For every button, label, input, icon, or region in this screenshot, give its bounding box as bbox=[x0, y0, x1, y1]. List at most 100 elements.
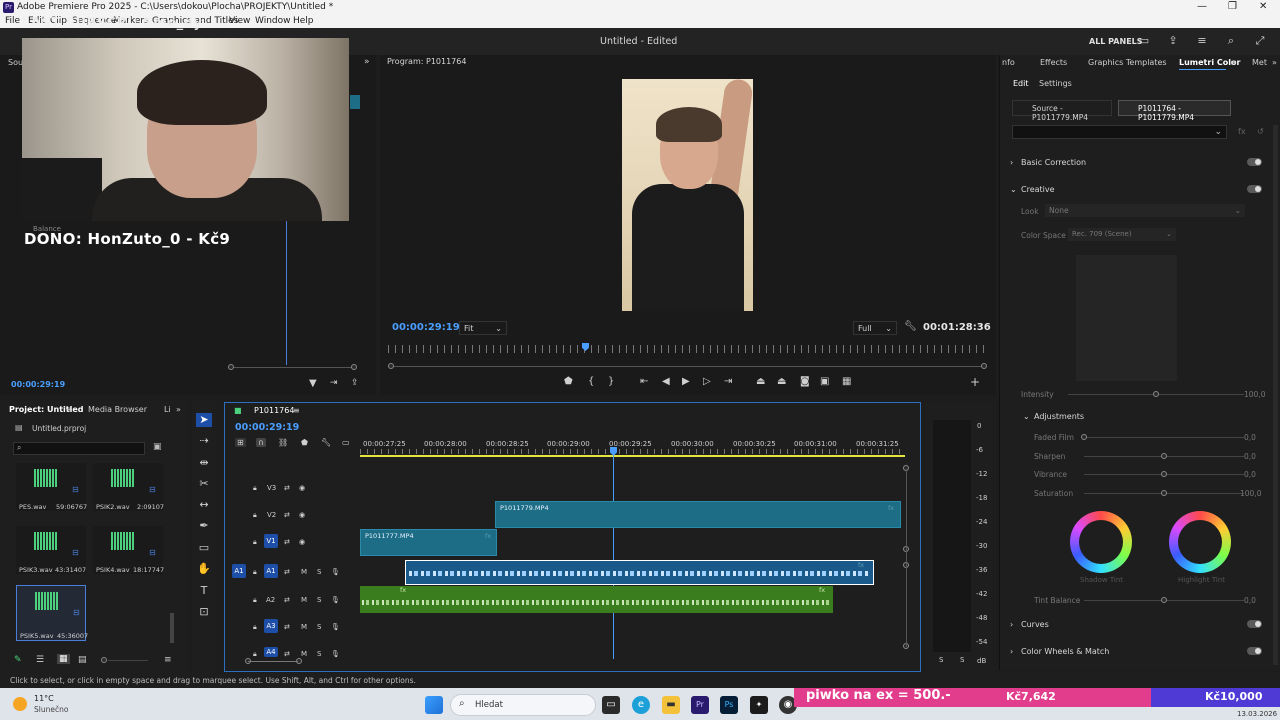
mic-icon[interactable]: 🎙︎ bbox=[331, 623, 340, 631]
panel-icon[interactable]: ▭ bbox=[1137, 35, 1151, 47]
caption-tool-icon[interactable]: ⊡ bbox=[196, 605, 212, 619]
comparison-view-icon[interactable]: ▣ bbox=[820, 376, 829, 387]
sharpen-knob[interactable] bbox=[1161, 453, 1167, 459]
highlight-tint-wheel[interactable] bbox=[1169, 511, 1231, 573]
sync-lock-icon[interactable]: ⇄ bbox=[284, 511, 290, 519]
windows-start-icon[interactable] bbox=[425, 696, 443, 714]
wrench-icon[interactable]: 🔧︎ bbox=[904, 321, 917, 332]
slip-tool-icon[interactable]: ↔ bbox=[196, 498, 212, 512]
solo-button[interactable]: S bbox=[317, 596, 321, 604]
minimize-button[interactable]: — bbox=[1197, 1, 1207, 12]
file-explorer-icon[interactable]: ▬ bbox=[662, 696, 680, 714]
add-button-icon[interactable]: + bbox=[970, 375, 980, 389]
menu-icon[interactable]: ≡ bbox=[1195, 35, 1209, 47]
eye-icon[interactable]: ◉ bbox=[299, 511, 305, 519]
source-a1-patch[interactable]: A1 bbox=[232, 564, 246, 578]
sort-icon[interactable]: ≡ bbox=[164, 655, 172, 665]
mute-button[interactable]: M bbox=[301, 623, 307, 631]
program-zoom-knob-right[interactable] bbox=[981, 363, 987, 369]
creative-toggle[interactable] bbox=[1247, 185, 1262, 193]
step-back-icon[interactable]: ◀ bbox=[662, 376, 670, 387]
wrench-icon[interactable]: 🔧︎ bbox=[321, 438, 331, 447]
solo-button[interactable]: S bbox=[317, 623, 321, 631]
ripple-edit-tool-icon[interactable]: ⇹ bbox=[196, 456, 212, 470]
faded-film-value[interactable]: 0,0 bbox=[1244, 433, 1256, 442]
sync-lock-icon[interactable]: ⇄ bbox=[284, 484, 290, 492]
saturation-value[interactable]: 100,0 bbox=[1240, 489, 1261, 498]
mic-icon[interactable]: 🎙︎ bbox=[331, 596, 340, 604]
section-creative[interactable]: Creative bbox=[1021, 185, 1055, 194]
solo-button[interactable]: S bbox=[317, 568, 321, 576]
adjustments-label[interactable]: Adjustments bbox=[1034, 412, 1084, 421]
clip-v2[interactable]: P1011779.MP4 fx bbox=[495, 501, 901, 528]
mute-button[interactable]: M bbox=[301, 568, 307, 576]
go-to-out-icon[interactable]: ⇥ bbox=[724, 376, 732, 387]
snap-icon[interactable]: ∩ bbox=[256, 438, 266, 447]
vibrance-knob[interactable] bbox=[1161, 471, 1167, 477]
source-zoom-knob-left[interactable] bbox=[228, 364, 234, 370]
clip-thumb-psik5[interactable]: ⊟ PSIK5.wav 45:36007 bbox=[16, 585, 88, 641]
section-basic-correction[interactable]: Basic Correction bbox=[1021, 158, 1086, 167]
all-panels-button[interactable]: ALL PANELS bbox=[1089, 37, 1143, 46]
project-scrollbar[interactable] bbox=[170, 613, 174, 643]
source-zoom-bar[interactable] bbox=[231, 367, 355, 368]
fx-icon[interactable]: fx bbox=[1238, 127, 1246, 136]
effect-dropdown[interactable]: ⌄ bbox=[1012, 125, 1227, 139]
project-menu-icon[interactable]: ≡ bbox=[66, 405, 73, 414]
lock-icon[interactable]: 🔒︎ bbox=[253, 596, 257, 605]
tab-effects[interactable]: Effects bbox=[1040, 58, 1067, 67]
sharpen-value[interactable]: 0,0 bbox=[1244, 452, 1256, 461]
razor-tool-icon[interactable]: ✂ bbox=[196, 477, 212, 491]
program-ruler[interactable] bbox=[388, 345, 988, 353]
mark-out-icon[interactable]: } bbox=[608, 376, 614, 387]
linked-selection-icon[interactable]: ⛓ bbox=[278, 438, 288, 447]
fullscreen-icon[interactable]: ⤢ bbox=[1253, 35, 1267, 47]
tab-sequence[interactable]: P1011764 bbox=[254, 406, 294, 415]
look-dropdown[interactable]: None ⌄ bbox=[1045, 204, 1245, 217]
source-tab[interactable]: Sou bbox=[8, 58, 23, 67]
curves-toggle[interactable] bbox=[1247, 620, 1262, 628]
list-view-icon[interactable]: ☰ bbox=[36, 655, 44, 665]
go-to-in-icon[interactable]: ⇤ bbox=[640, 376, 648, 387]
lock-icon[interactable]: 🔒︎ bbox=[253, 484, 257, 493]
selection-tool-icon[interactable]: ➤ bbox=[196, 413, 212, 427]
mic-icon[interactable]: 🎙︎ bbox=[331, 568, 340, 576]
sync-lock-icon[interactable]: ⇄ bbox=[284, 568, 290, 576]
solo-button[interactable]: S bbox=[317, 650, 321, 658]
mute-button[interactable]: M bbox=[301, 596, 307, 604]
intensity-value[interactable]: 100,0 bbox=[1244, 390, 1265, 399]
program-zoom-bar[interactable] bbox=[391, 366, 985, 367]
insert-icon[interactable]: ⇥ bbox=[330, 378, 338, 388]
shadow-tint-wheel[interactable] bbox=[1070, 511, 1132, 573]
lock-icon[interactable]: 🔒︎ bbox=[253, 568, 257, 577]
subtab-edit[interactable]: Edit bbox=[1013, 79, 1029, 88]
faded-film-slider[interactable] bbox=[1084, 437, 1244, 438]
sequence-menu-icon[interactable]: ≡ bbox=[293, 406, 300, 415]
solo-left-button[interactable]: S bbox=[939, 656, 943, 664]
project-search-input[interactable]: ⌕ bbox=[13, 442, 145, 455]
hand-tool-icon[interactable]: ✋ bbox=[196, 562, 212, 576]
track-a1-target[interactable]: A1 bbox=[264, 564, 278, 578]
sync-lock-icon[interactable]: ⇄ bbox=[284, 650, 290, 658]
faded-film-knob[interactable] bbox=[1081, 434, 1087, 440]
new-bin-icon[interactable]: ▣ bbox=[153, 442, 162, 452]
mic-icon[interactable]: 🎙︎ bbox=[331, 650, 340, 658]
program-tab[interactable]: Program: P1011764 bbox=[387, 57, 466, 66]
icon-view-icon[interactable]: ▦ bbox=[57, 654, 70, 664]
section-color-wheels[interactable]: Color Wheels & Match bbox=[1021, 647, 1109, 656]
lock-icon[interactable]: 🔒︎ bbox=[253, 511, 257, 520]
tab-metadata[interactable]: Met bbox=[1252, 58, 1267, 67]
task-view-icon[interactable]: ▭ bbox=[602, 696, 620, 714]
freeform-view-icon[interactable]: ▤ bbox=[78, 655, 87, 665]
search-icon[interactable]: ⌕ bbox=[1224, 35, 1238, 47]
export-frame-icon[interactable]: ◙ bbox=[800, 376, 810, 387]
menu-window[interactable]: Window bbox=[255, 16, 291, 26]
track-a4-target[interactable]: A4 bbox=[264, 647, 278, 657]
vibrance-value[interactable]: 0,0 bbox=[1244, 470, 1256, 479]
taskbar-search[interactable]: ⌕ Hledat bbox=[450, 694, 596, 716]
tab-media-browser[interactable]: Media Browser bbox=[88, 405, 147, 414]
add-marker-icon[interactable]: ⬟ bbox=[564, 376, 573, 387]
source-timecode[interactable]: 00:00:29:19 bbox=[11, 380, 65, 389]
sync-lock-icon[interactable]: ⇄ bbox=[284, 538, 290, 546]
fit-dropdown[interactable]: Fit ⌄ bbox=[459, 321, 507, 335]
